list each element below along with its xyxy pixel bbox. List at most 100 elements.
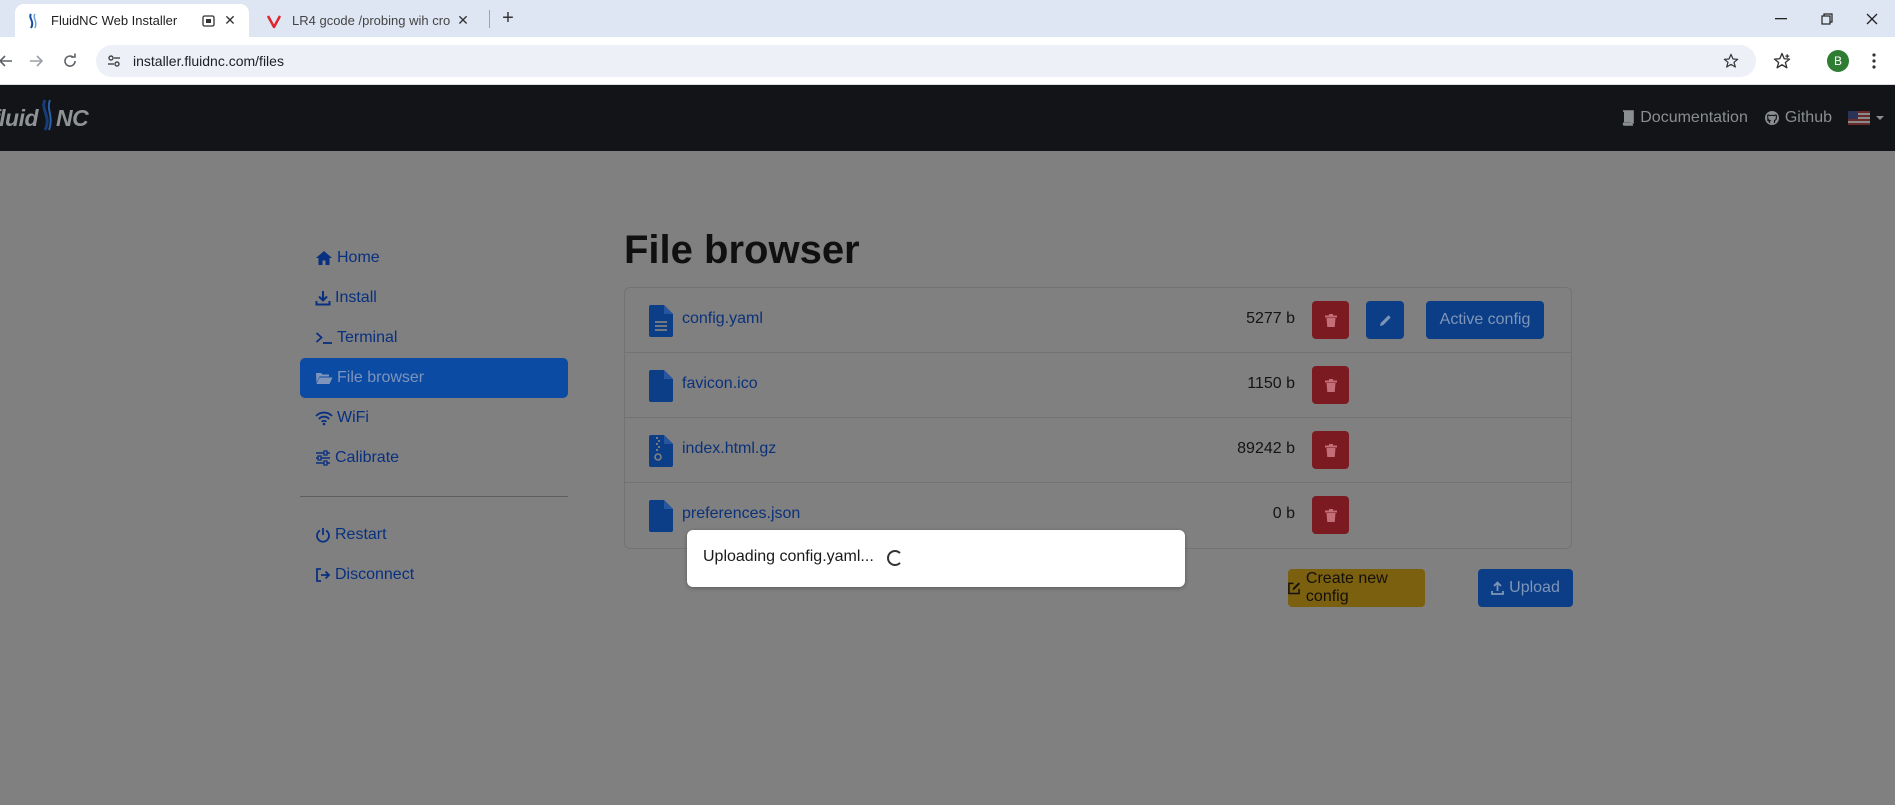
wifi-icon: [315, 411, 333, 426]
sidebar-item-wifi[interactable]: WiFi: [300, 398, 568, 438]
sliders-icon: [316, 450, 330, 466]
sidebar-item-install[interactable]: Install: [300, 278, 568, 318]
upload-icon: [1491, 581, 1505, 595]
bookmark-star-icon[interactable]: [1720, 50, 1742, 72]
trash-icon: [1324, 378, 1337, 392]
file-icon: [649, 500, 673, 532]
restore-button[interactable]: [1804, 0, 1850, 37]
file-name-link[interactable]: preferences.json: [682, 505, 800, 523]
sidebar-item-label: WiFi: [337, 409, 369, 426]
documentation-link[interactable]: Documentation: [1621, 109, 1748, 127]
fluidnc-favicon-icon: [25, 12, 41, 29]
sidebar-item-label: Terminal: [337, 329, 398, 346]
profile-avatar[interactable]: B: [1827, 50, 1849, 72]
sidebar-item-file-browser[interactable]: File browser: [300, 358, 568, 398]
logout-icon: [316, 568, 331, 582]
edit-square-icon: [1288, 582, 1300, 595]
sidebar-item-terminal[interactable]: Terminal: [300, 318, 568, 358]
tab-title: FluidNC Web Installer: [51, 13, 178, 28]
new-tab-button[interactable]: +: [496, 6, 520, 30]
main-content: File browser config.yaml 5277 b Active c…: [624, 225, 1572, 549]
file-icon: [649, 370, 673, 402]
upload-progress-modal: Uploading config.yaml...: [687, 530, 1185, 587]
github-label: Github: [1784, 109, 1832, 126]
app-navbar: fluid NC Documentation Github: [0, 85, 1895, 151]
file-row: config.yaml 5277 b Active config: [625, 288, 1571, 353]
file-size: 5277 b: [1246, 310, 1295, 327]
address-bar[interactable]: installer.fluidnc.com/files: [96, 45, 1756, 77]
sidebar-item-home[interactable]: Home: [300, 238, 568, 278]
tab-close-icon[interactable]: ✕: [221, 12, 239, 30]
sidebar-item-label: Disconnect: [335, 566, 415, 583]
terminal-icon: [315, 332, 332, 344]
browser-toolbar: installer.fluidnc.com/files B: [0, 37, 1895, 85]
navbar-links: Documentation Github: [1621, 85, 1895, 151]
close-window-button[interactable]: [1849, 0, 1895, 37]
documentation-label: Documentation: [1640, 109, 1748, 126]
page-title: File browser: [624, 228, 860, 272]
book-icon: [1623, 110, 1635, 126]
browser-menu-icon[interactable]: [1862, 49, 1886, 73]
language-dropdown[interactable]: [1848, 111, 1885, 125]
upload-button[interactable]: Upload: [1478, 569, 1573, 607]
delete-file-button[interactable]: [1312, 301, 1349, 339]
sidebar-item-label: File browser: [337, 369, 425, 386]
delete-file-button[interactable]: [1312, 496, 1349, 534]
active-config-button[interactable]: Active config: [1426, 301, 1544, 339]
back-button[interactable]: [0, 49, 18, 73]
folder-open-icon: [316, 373, 333, 384]
home-icon: [316, 251, 332, 265]
upload-status-message: Uploading config.yaml...: [703, 548, 874, 565]
sidebar-item-label: Home: [337, 249, 380, 266]
file-text-icon: [649, 305, 673, 337]
file-size: 0 b: [1272, 505, 1295, 522]
sidebar-item-restart[interactable]: Restart: [300, 515, 568, 555]
edit-file-button[interactable]: [1366, 301, 1404, 339]
tab-media-icon[interactable]: [199, 12, 217, 30]
bookmarks-icon[interactable]: [1770, 49, 1794, 73]
reload-button[interactable]: [58, 49, 82, 73]
trash-icon: [1324, 313, 1337, 327]
file-name-link[interactable]: favicon.ico: [682, 375, 758, 393]
file-size: 89242 b: [1237, 440, 1295, 457]
pencil-icon: [1379, 314, 1391, 326]
site-info-icon[interactable]: [104, 51, 124, 71]
tab-close-icon[interactable]: ✕: [454, 12, 472, 30]
logo-wave-icon: [40, 99, 54, 137]
file-name-link[interactable]: index.html.gz: [682, 440, 776, 458]
power-icon: [316, 528, 330, 543]
trash-icon: [1324, 508, 1337, 522]
file-zip-icon: [649, 435, 673, 467]
sidebar-item-disconnect[interactable]: Disconnect: [300, 555, 568, 595]
github-link[interactable]: Github: [1764, 109, 1832, 127]
file-list: config.yaml 5277 b Active config favicon…: [624, 287, 1572, 549]
us-flag-icon: [1848, 111, 1870, 125]
trash-icon: [1324, 443, 1337, 457]
tab-fluidnc-web-installer[interactable]: FluidNC Web Installer ✕: [15, 4, 249, 37]
tab-separator: [489, 10, 490, 28]
vivaldi-favicon-icon: [266, 13, 282, 29]
logo-text-left: fluid: [0, 104, 39, 131]
loading-spinner-icon: [887, 550, 903, 566]
sidebar-item-label: Install: [335, 289, 377, 306]
forward-button[interactable]: [24, 49, 48, 73]
delete-file-button[interactable]: [1312, 366, 1349, 404]
url-text: installer.fluidnc.com/files: [133, 53, 284, 69]
logo-text-right: NC: [56, 104, 89, 131]
sidebar-item-label: Calibrate: [335, 449, 400, 466]
tab-lr4-gcode[interactable]: LR4 gcode /probing wih crown ✕: [256, 4, 482, 37]
create-new-config-button[interactable]: Create new config: [1288, 569, 1425, 607]
sidebar-item-calibrate[interactable]: Calibrate: [300, 438, 568, 478]
file-size: 1150 b: [1247, 375, 1295, 392]
file-name-link[interactable]: config.yaml: [682, 310, 763, 328]
upload-label: Upload: [1509, 579, 1560, 596]
page-content: Home Install Terminal File browser WiFi …: [0, 151, 1895, 805]
fluidnc-logo[interactable]: fluid NC: [0, 99, 89, 137]
tab-title: LR4 gcode /probing wih crown: [292, 13, 450, 28]
minimize-button[interactable]: [1758, 0, 1804, 37]
delete-file-button[interactable]: [1312, 431, 1349, 469]
download-icon: [315, 291, 331, 306]
caret-down-icon: [1876, 116, 1884, 120]
file-row: favicon.ico 1150 b: [625, 353, 1571, 418]
sidebar-item-label: Restart: [335, 526, 387, 543]
